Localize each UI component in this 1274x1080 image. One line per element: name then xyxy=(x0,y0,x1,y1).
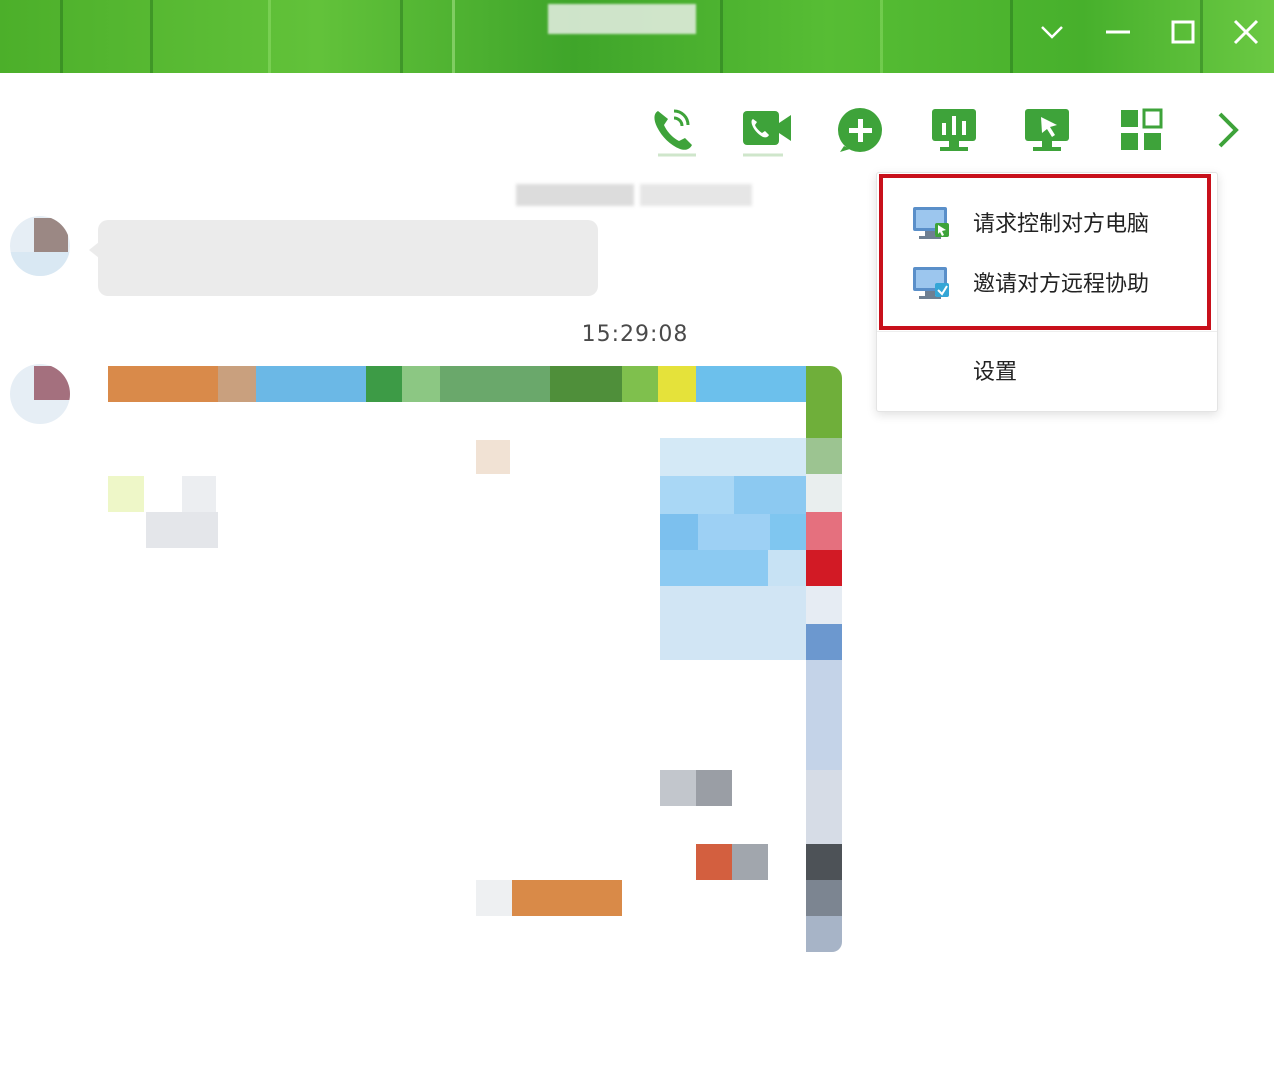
sender-name-blurred xyxy=(640,184,752,206)
remote-assist-menu: 请求控制对方电脑 邀请对方远程协助 设置 xyxy=(876,172,1218,412)
video-call-button[interactable] xyxy=(738,102,796,158)
message-bubble[interactable] xyxy=(89,220,598,296)
menu-item-request-control[interactable]: 请求控制对方电脑 xyxy=(877,193,1217,251)
chevron-down-icon xyxy=(1041,26,1063,39)
app-grid-icon xyxy=(1121,108,1163,150)
close-icon xyxy=(1233,19,1259,45)
menu-divider xyxy=(877,331,1217,332)
dropdown-button[interactable] xyxy=(1032,14,1072,50)
add-icon xyxy=(838,108,882,152)
video-call-icon xyxy=(743,111,791,157)
title-bar xyxy=(0,0,1274,73)
sender-name-blurred xyxy=(516,184,634,206)
close-button[interactable] xyxy=(1226,14,1266,50)
menu-item-settings[interactable]: 设置 xyxy=(877,341,1217,399)
minimize-button[interactable] xyxy=(1098,14,1138,50)
maximize-icon xyxy=(1171,20,1195,44)
screen-share-icon xyxy=(932,109,976,151)
menu-item-invite-assist[interactable]: 邀请对方远程协助 xyxy=(877,253,1217,311)
avatar[interactable] xyxy=(10,364,70,424)
chevron-right-icon xyxy=(1218,112,1239,148)
menu-item-label: 设置 xyxy=(973,360,1018,385)
remote-desktop-icon xyxy=(1025,109,1069,151)
window-title-blurred xyxy=(548,4,696,34)
request-control-icon xyxy=(911,202,951,242)
screen-share-button[interactable] xyxy=(925,102,983,158)
maximize-button[interactable] xyxy=(1163,14,1203,50)
phone-call-icon xyxy=(654,109,696,157)
add-button[interactable] xyxy=(831,102,889,158)
avatar[interactable] xyxy=(10,216,70,276)
menu-item-label: 邀请对方远程协助 xyxy=(973,272,1150,297)
apps-button[interactable] xyxy=(1112,102,1170,158)
voice-call-button[interactable] xyxy=(645,102,703,158)
minimize-icon xyxy=(1106,30,1130,34)
message-timestamp: 15:29:08 xyxy=(581,322,689,347)
menu-item-label: 请求控制对方电脑 xyxy=(973,212,1150,237)
more-tools-button[interactable] xyxy=(1198,102,1256,158)
remote-desktop-button[interactable] xyxy=(1018,102,1076,158)
invite-assist-icon xyxy=(911,262,951,302)
